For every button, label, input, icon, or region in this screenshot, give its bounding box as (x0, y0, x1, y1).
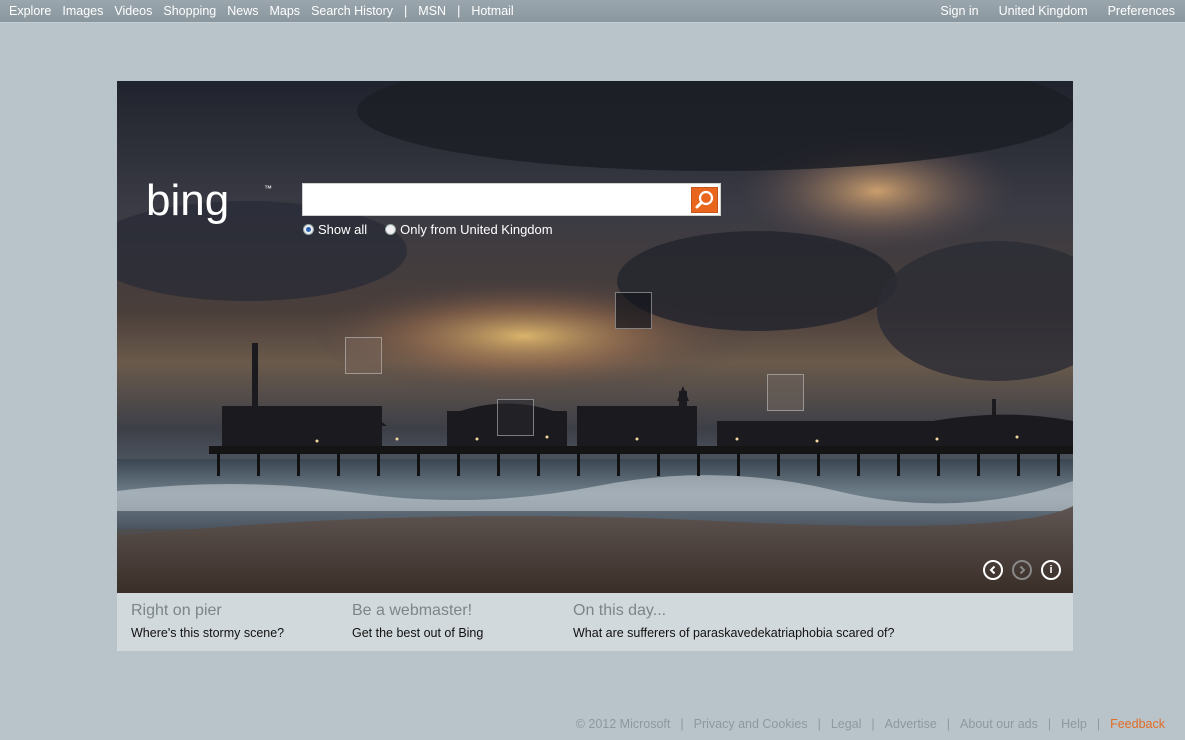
footer-privacy-link[interactable]: Privacy and Cookies (694, 717, 808, 731)
footer-separator: | (817, 717, 821, 731)
radio-selected-icon[interactable] (303, 224, 314, 235)
search-scope-options: Show all Only from United Kingdom (303, 222, 571, 237)
info-link[interactable]: Where's this stormy scene? (131, 626, 284, 640)
nav-separator: | (404, 4, 408, 18)
scope-show-all-label: Show all (318, 222, 368, 237)
info-link[interactable]: What are sufferers of paraskavedekatriap… (573, 626, 894, 640)
info-heading: On this day... (573, 602, 667, 619)
nav-images[interactable]: Images (62, 4, 103, 18)
nav-search-history[interactable]: Search History (311, 4, 393, 18)
image-hotspot-3[interactable] (497, 399, 534, 436)
scope-uk-only[interactable]: Only from United Kingdom (385, 222, 553, 237)
top-nav-right: Sign in United Kingdom Preferences (920, 0, 1175, 22)
svg-text:™: ™ (264, 184, 272, 193)
footer-legal-link[interactable]: Legal (831, 717, 862, 731)
pier-scene-illustration (117, 81, 1073, 593)
footer-separator: | (946, 717, 951, 731)
nav-hotmail[interactable]: Hotmail (471, 4, 513, 18)
top-nav-left: Explore Images Videos Shopping News Maps… (9, 0, 525, 22)
footer-separator: | (871, 717, 875, 731)
footer-separator: | (680, 717, 684, 731)
chevron-left-icon (989, 565, 996, 575)
footer-separator: | (1096, 717, 1101, 731)
next-image-button[interactable] (1012, 560, 1032, 580)
info-heading: Be a webmaster! (352, 602, 473, 619)
sign-in-link[interactable]: Sign in (940, 4, 978, 18)
search-input[interactable] (307, 188, 691, 214)
info-strip: Right on pier Where's this stormy scene?… (117, 593, 1073, 651)
scope-uk-only-label: Only from United Kingdom (400, 222, 553, 237)
bing-logo[interactable]: bing ™ (146, 177, 276, 227)
radio-unselected-icon[interactable] (385, 224, 397, 235)
top-nav-bar: Explore Images Videos Shopping News Maps… (0, 0, 1185, 23)
image-hotspot-2[interactable] (615, 292, 652, 329)
nav-shopping[interactable]: Shopping (163, 4, 216, 18)
info-link[interactable]: Get the best out of Bing (352, 626, 483, 640)
scope-show-all[interactable]: Show all (303, 222, 367, 237)
nav-news[interactable]: News (227, 4, 258, 18)
chevron-right-icon (1019, 565, 1026, 575)
image-navigation: i (974, 560, 1061, 580)
background-image: bing ™ Show all Only from United Kingdom (117, 81, 1073, 593)
nav-separator: | (457, 4, 461, 18)
search-button[interactable] (691, 187, 718, 213)
info-col-image: Right on pier Where's this stormy scene? (131, 602, 284, 640)
footer-advertise-link[interactable]: Advertise (885, 717, 937, 731)
previous-image-button[interactable] (983, 560, 1003, 580)
search-box (302, 183, 721, 216)
image-hotspot-4[interactable] (767, 374, 804, 411)
image-info-button[interactable]: i (1041, 560, 1061, 580)
footer: © 2012 Microsoft | Privacy and Cookies |… (576, 717, 1165, 731)
footer-help-link[interactable]: Help (1061, 717, 1087, 731)
footer-about-ads-link[interactable]: About our ads (960, 717, 1038, 731)
info-heading: Right on pier (131, 602, 222, 619)
region-link[interactable]: United Kingdom (999, 4, 1088, 18)
info-icon: i (1049, 564, 1053, 576)
preferences-link[interactable]: Preferences (1108, 4, 1175, 18)
nav-msn[interactable]: MSN (418, 4, 446, 18)
nav-videos[interactable]: Videos (114, 4, 152, 18)
search-icon (695, 190, 714, 209)
image-hotspot-1[interactable] (345, 337, 382, 374)
info-col-webmaster: Be a webmaster! Get the best out of Bing (352, 602, 483, 640)
footer-feedback-link[interactable]: Feedback (1110, 717, 1165, 731)
footer-separator: | (1047, 717, 1052, 731)
svg-text:bing: bing (146, 177, 229, 225)
nav-maps[interactable]: Maps (269, 4, 300, 18)
info-col-on-this-day: On this day... What are sufferers of par… (573, 602, 894, 640)
copyright-text: © 2012 Microsoft (575, 717, 671, 731)
nav-explore[interactable]: Explore (9, 4, 51, 18)
